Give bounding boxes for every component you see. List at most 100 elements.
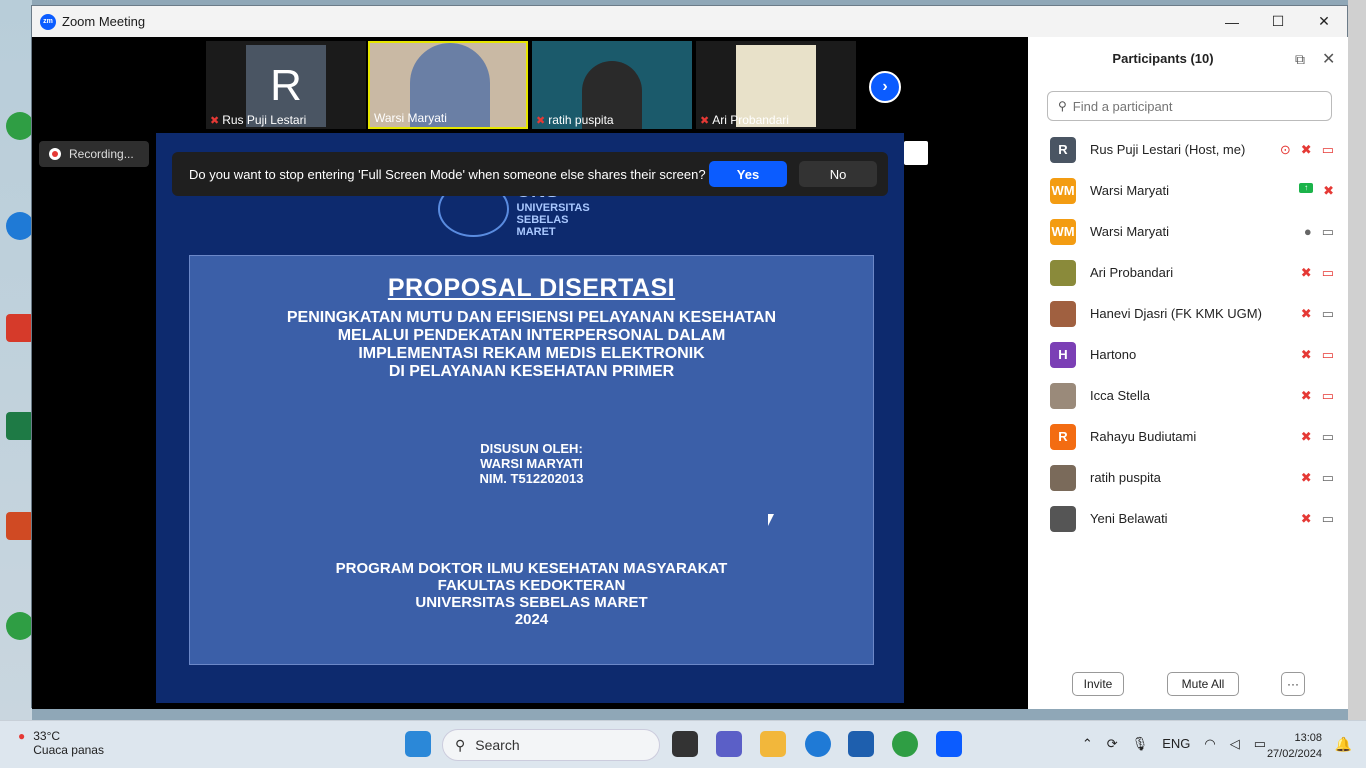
author-line: DISUSUN OLEH: — [480, 441, 583, 456]
edge-desktop-icon[interactable] — [6, 212, 34, 240]
weather-desc: Cuaca panas — [33, 743, 104, 757]
video-off-icon[interactable]: ▭ — [1322, 142, 1334, 158]
mic-icon[interactable]: ● — [1304, 224, 1312, 240]
participant-status-icons: ✖ ▭ — [1301, 306, 1334, 322]
mic-off-icon[interactable]: ✖ — [1301, 388, 1312, 404]
window-title: Zoom Meeting — [62, 14, 146, 29]
battery-icon[interactable]: ▭ — [1254, 736, 1266, 752]
video-tile[interactable]: R ✖ Rus Puji Lestari — [206, 41, 366, 129]
participant-row[interactable]: Hanevi Djasri (FK KMK UGM) ✖ ▭ — [1028, 293, 1348, 334]
participant-name: Yeni Belawati — [1090, 511, 1168, 526]
participant-row[interactable]: R Rahayu Budiutami ✖ ▭ — [1028, 416, 1348, 457]
video-icon[interactable]: ▭ — [1322, 511, 1334, 527]
avatar — [1050, 300, 1076, 327]
participant-search[interactable]: ⚲ — [1047, 91, 1332, 121]
zoom-window: zm Zoom Meeting — ☐ ✕ R ✖ Rus Puji Lestar… — [31, 5, 1348, 709]
taskbar-search-label: Search — [475, 737, 520, 753]
recording-indicator[interactable]: Recording... — [39, 141, 149, 167]
video-icon[interactable]: ▭ — [1322, 470, 1334, 486]
participant-name: Ari Probandari — [1090, 265, 1174, 280]
mic-off-icon[interactable]: ✖ — [1301, 306, 1312, 322]
participant-row[interactable]: Ari Probandari ✖ ▭ — [1028, 252, 1348, 293]
search-icon: ⚲ — [1058, 99, 1067, 113]
avatar — [1050, 382, 1076, 409]
mic-off-icon[interactable]: ✖ — [1301, 142, 1312, 158]
chrome-icon[interactable] — [892, 731, 918, 757]
sync-icon[interactable]: ⟳ — [1107, 736, 1118, 752]
language-indicator[interactable]: ENG — [1162, 736, 1190, 752]
mic-off-icon[interactable]: ✖ — [1301, 511, 1312, 527]
zoom-taskbar-icon[interactable] — [936, 731, 962, 757]
notification-bell-icon[interactable]: 🔔 — [1335, 736, 1352, 753]
more-button[interactable]: ··· — [1281, 672, 1305, 696]
next-page-button[interactable]: › — [869, 71, 901, 103]
video-icon[interactable]: ▭ — [1322, 224, 1334, 240]
microphone-icon[interactable]: 🎙 — [1132, 736, 1149, 752]
video-icon[interactable]: ▭ — [1322, 429, 1334, 445]
share-screen-icon[interactable]: ↑ — [1299, 182, 1314, 193]
maximize-button[interactable]: ☐ — [1255, 6, 1301, 37]
store-icon[interactable] — [848, 731, 874, 757]
clock[interactable]: 13:08 27/02/2024 — [1267, 730, 1322, 762]
start-icon[interactable] — [405, 731, 431, 757]
participant-row[interactable]: H Hartono ✖ ▭ — [1028, 334, 1348, 375]
task-view-icon[interactable] — [672, 731, 698, 757]
chevron-up-icon[interactable]: ⌃ — [1082, 736, 1093, 752]
video-off-icon[interactable]: ▭ — [1322, 347, 1334, 363]
presentation-slide: UNS UNIVERSITAS SEBELAS MARET PROPOSAL D… — [156, 133, 904, 703]
search-input[interactable] — [1072, 98, 1293, 114]
program-line: UNIVERSITAS SEBELAS MARET — [415, 594, 648, 611]
participant-status-icons: ✖ ▭ — [1301, 265, 1334, 281]
fullscreen-prompt: Do you want to stop entering 'Full Scree… — [172, 152, 888, 196]
video-tile[interactable]: ✖ ratih puspita — [532, 41, 692, 129]
participant-name: Rahayu Budiutami — [1090, 429, 1197, 444]
slide-program: PROGRAM DOKTOR ILMU KESEHATAN MASYARAKAT… — [190, 560, 873, 628]
acrobat-desktop-icon[interactable] — [6, 314, 34, 342]
wifi-icon[interactable]: ◠ — [1204, 736, 1215, 752]
teams-icon[interactable] — [716, 731, 742, 757]
participant-name: Warsi Maryati — [1090, 183, 1169, 198]
participant-row[interactable]: WM Warsi Maryati ↑ ✖ — [1028, 170, 1348, 211]
video-tile-active[interactable]: Warsi Maryati — [368, 41, 528, 129]
participant-row[interactable]: R Rus Puji Lestari (Host, me) ⊙ ✖ ▭ — [1028, 129, 1348, 170]
close-panel-icon[interactable]: ✕ — [1322, 49, 1335, 69]
mic-off-icon[interactable]: ✖ — [1301, 429, 1312, 445]
video-strip: R ✖ Rus Puji Lestari Warsi Maryati ✖ ratih… — [32, 37, 1028, 133]
video-off-icon[interactable]: ▭ — [1322, 265, 1334, 281]
mute-all-button[interactable]: Mute All — [1167, 672, 1239, 696]
taskbar: ● 33°C Cuaca panas ⚲ Search ⌃ ⟳ 🎙 ENG ◠ … — [0, 720, 1366, 768]
taskbar-search[interactable]: ⚲ Search — [442, 729, 660, 761]
close-button[interactable]: ✕ — [1301, 6, 1347, 37]
participant-row[interactable]: WM Warsi Maryati ● ▭ — [1028, 211, 1348, 252]
mic-off-icon[interactable]: ✖ — [1301, 470, 1312, 486]
excel-desktop-icon[interactable] — [6, 412, 34, 440]
participant-row[interactable]: Yeni Belawati ✖ ▭ — [1028, 498, 1348, 539]
video-icon[interactable]: ▭ — [1322, 306, 1334, 322]
mic-off-icon[interactable]: ✖ — [1301, 265, 1312, 281]
record-icon[interactable]: ⊙ — [1280, 142, 1291, 158]
minimize-button[interactable]: — — [1209, 6, 1255, 37]
weather-widget[interactable]: ● 33°C Cuaca panas — [18, 729, 104, 757]
mic-off-icon[interactable]: ✖ — [1323, 183, 1334, 199]
who-emblem-icon — [904, 141, 928, 165]
participants-list: R Rus Puji Lestari (Host, me) ⊙ ✖ ▭ WM Warsi M… — [1028, 129, 1348, 539]
program-line: FAKULTAS KEDOKTERAN — [437, 577, 626, 594]
program-line: 2024 — [514, 611, 549, 628]
volume-icon[interactable]: ◁ — [1230, 736, 1240, 752]
participant-row[interactable]: Icca Stella ✖ ▭ — [1028, 375, 1348, 416]
chrome-desktop-icon-2[interactable] — [6, 612, 34, 640]
participant-name: Icca Stella — [1090, 388, 1150, 403]
edge-icon[interactable] — [805, 731, 831, 757]
powerpoint-desktop-icon[interactable] — [6, 512, 34, 540]
popout-icon[interactable]: ⧉ — [1295, 51, 1305, 68]
chrome-desktop-icon[interactable] — [6, 112, 34, 140]
video-tile[interactable]: ✖ Ari Probandari — [696, 41, 856, 129]
participant-row[interactable]: ratih puspita ✖ ▭ — [1028, 457, 1348, 498]
yes-button[interactable]: Yes — [709, 161, 787, 187]
tile-name: Warsi Maryati — [374, 111, 447, 125]
video-off-icon[interactable]: ▭ — [1322, 388, 1334, 404]
file-explorer-icon[interactable] — [760, 731, 786, 757]
no-button[interactable]: No — [799, 161, 877, 187]
mic-off-icon[interactable]: ✖ — [1301, 347, 1312, 363]
invite-button[interactable]: Invite — [1072, 672, 1124, 696]
